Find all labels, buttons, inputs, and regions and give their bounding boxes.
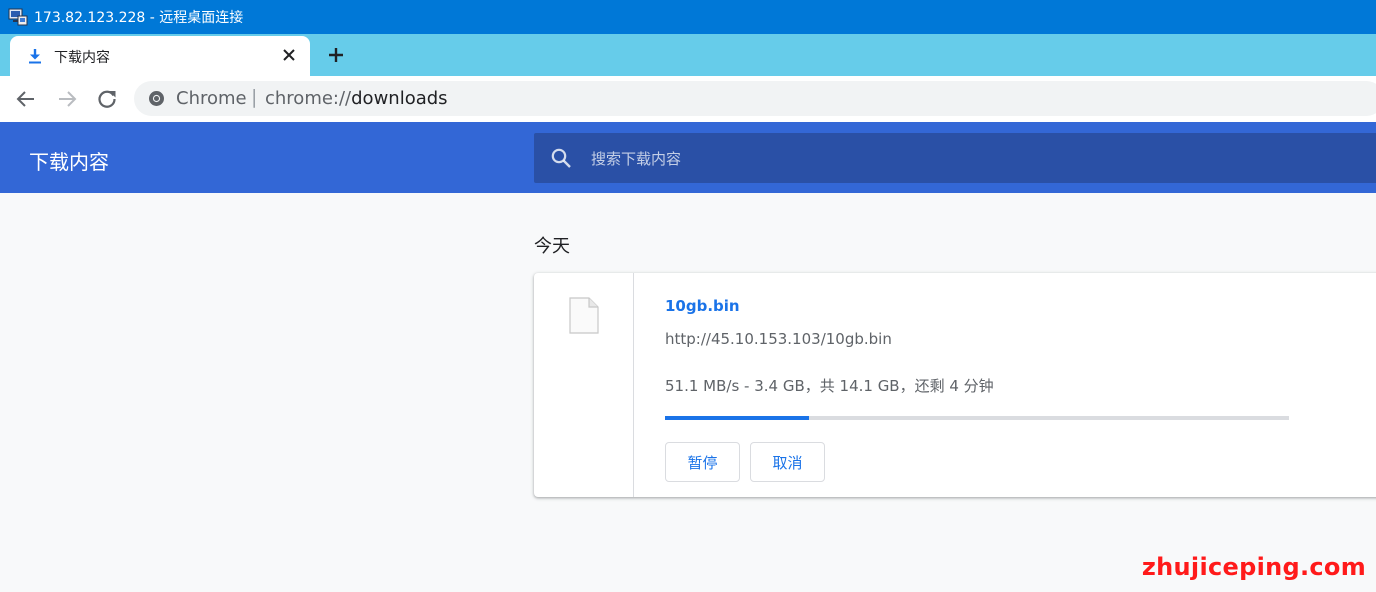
remote-desktop-icon (8, 8, 28, 26)
download-item: 10gb.bin http://45.10.153.103/10gb.bin 5… (534, 273, 1376, 497)
url-text[interactable]: chrome://downloads (265, 88, 448, 109)
window-titlebar: 173.82.123.228 - 远程桌面连接 (0, 0, 1376, 34)
tab-downloads[interactable]: 下载内容 (10, 36, 310, 76)
address-bar[interactable]: Chrome | chrome://downloads (134, 81, 1376, 116)
pause-button[interactable]: 暂停 (665, 442, 740, 482)
origin-chip: Chrome (176, 88, 247, 109)
url-path: downloads (351, 88, 448, 109)
cancel-button[interactable]: 取消 (750, 442, 825, 482)
chrome-icon (149, 91, 164, 106)
forward-arrow-icon[interactable] (55, 87, 79, 111)
tab-strip: 下载内容 (0, 34, 1376, 76)
download-progress-bar (665, 416, 1289, 420)
date-section-label: 今天 (534, 236, 570, 257)
file-name-link[interactable]: 10gb.bin (665, 297, 740, 315)
close-icon[interactable] (280, 46, 298, 64)
download-status: 51.1 MB/s - 3.4 GB，共 14.1 GB，还剩 4 分钟 (665, 377, 994, 395)
page-title: 下载内容 (29, 150, 109, 174)
download-progress-fill (665, 416, 809, 420)
file-icon (569, 297, 599, 334)
download-icon (29, 49, 41, 64)
search-placeholder: 搜索下载内容 (591, 150, 682, 168)
watermark-text: zhujiceping.com (1141, 553, 1366, 581)
window-title: 173.82.123.228 - 远程桌面连接 (34, 10, 244, 26)
search-icon (551, 148, 571, 168)
back-arrow-icon[interactable] (14, 87, 38, 111)
search-input[interactable]: 搜索下载内容 (534, 133, 1376, 183)
browser-toolbar: Chrome | chrome://downloads (0, 76, 1376, 122)
file-source-url[interactable]: http://45.10.153.103/10gb.bin (665, 330, 892, 348)
tab-title: 下载内容 (54, 50, 110, 66)
url-scheme: chrome:// (265, 88, 352, 109)
reload-icon[interactable] (95, 87, 119, 111)
origin-separator: | (251, 86, 258, 108)
new-tab-button[interactable] (326, 45, 346, 65)
file-icon-column (534, 273, 634, 497)
downloads-header: 下载内容 搜索下载内容 (0, 122, 1376, 193)
